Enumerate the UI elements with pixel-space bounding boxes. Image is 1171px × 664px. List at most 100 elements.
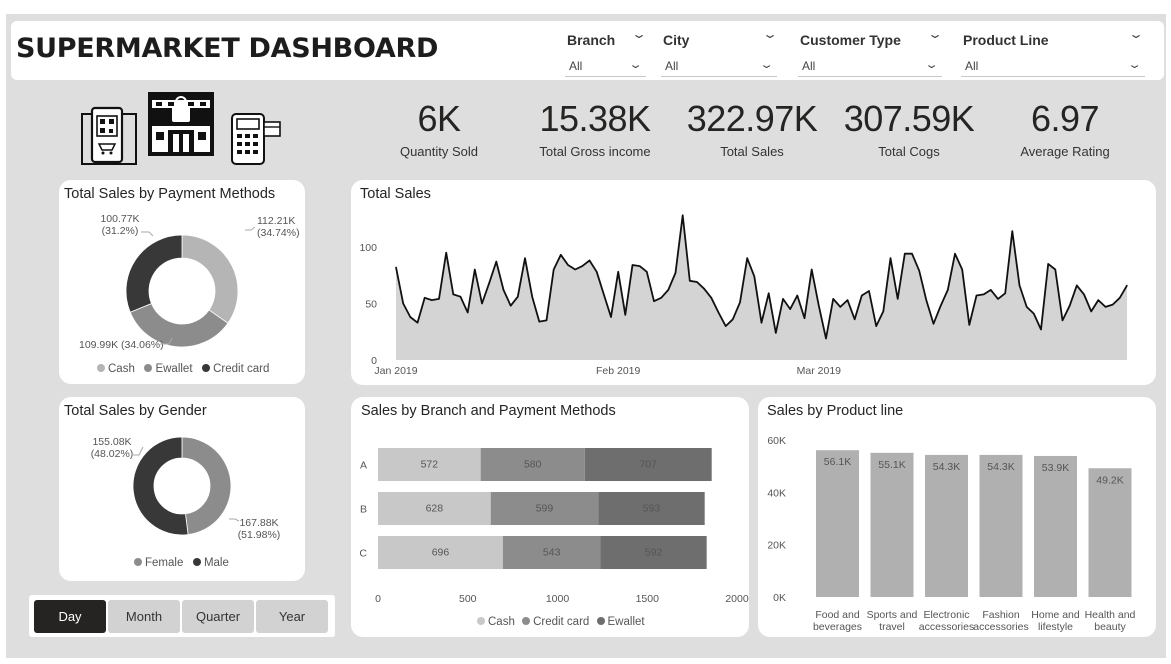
data-point: [517, 296, 519, 298]
data-label: (34.74%): [257, 227, 300, 239]
data-point: [624, 314, 626, 316]
data-point: [739, 301, 741, 303]
store-icons: [81, 92, 281, 165]
data-label: 109.99K (34.06%): [79, 339, 164, 351]
kpi-total-sales: 322.97K Total Sales: [680, 98, 824, 159]
data-point: [431, 299, 433, 301]
data-point: [868, 290, 870, 292]
y-tick-label: 40K: [767, 487, 786, 499]
product-line-dropdown[interactable]: All ⌄: [961, 55, 1145, 77]
branch-payment-card: Sales by Branch and Payment Methods A 572…: [351, 397, 749, 637]
time-granularity-buttons: Day Month Quarter Year: [29, 595, 335, 637]
donut-slice: [132, 436, 189, 536]
chevron-down-icon: ⌄: [1127, 59, 1142, 71]
customer-type-dropdown[interactable]: All ⌄: [798, 55, 942, 77]
total-sales-card: Total Sales 0 50 100 Jan 2019 Feb 2019 Mar 20…: [351, 180, 1156, 385]
category-label: accessories: [919, 621, 974, 633]
data-point: [424, 297, 426, 299]
data-point: [474, 268, 476, 271]
total-sales-area-chart: 050100Jan 2019 Feb 2019 Mar 2019: [359, 214, 1128, 377]
data-point: [897, 298, 899, 300]
legend-label: Ewallet: [155, 363, 193, 375]
quarter-button[interactable]: Quarter: [182, 600, 254, 633]
category-label: C: [359, 548, 367, 560]
category-label: Food and: [815, 609, 860, 621]
gender-donut-chart: 155.08K(48.02%) 167.88K(51.98%): [91, 436, 281, 541]
data-point: [825, 337, 827, 340]
data-point: [1033, 313, 1035, 315]
y-tick-label: 20K: [767, 540, 786, 552]
legend-label: Cash: [488, 616, 515, 628]
data-point: [395, 266, 397, 268]
chevron-down-icon[interactable]: ⌄: [1128, 27, 1144, 41]
kpi-value: 6K: [417, 98, 461, 139]
chevron-down-icon[interactable]: ⌄: [631, 27, 647, 41]
data-label: 696: [432, 547, 450, 559]
data-point: [1104, 306, 1107, 308]
product-bar: [870, 452, 914, 597]
branch-dropdown[interactable]: All ⌄: [565, 55, 646, 77]
y-tick-label: 0K: [773, 592, 786, 604]
data-point: [596, 271, 598, 273]
data-point: [889, 257, 892, 259]
data-point: [538, 320, 540, 323]
legend-dot: [202, 364, 211, 372]
data-point: [481, 302, 483, 305]
x-tick-label: 0: [375, 593, 381, 605]
donut-slice: [125, 234, 183, 313]
data-point: [990, 289, 992, 291]
data-label: 543: [543, 547, 561, 559]
data-point: [1018, 284, 1021, 286]
data-point: [732, 318, 734, 320]
leader-line: [141, 231, 154, 237]
legend-dot: [134, 558, 142, 566]
gender-card: Total Sales by Gender 155.08K (48.02%) 167…: [59, 397, 305, 581]
data-point: [646, 271, 648, 273]
day-button[interactable]: Day: [34, 600, 106, 633]
data-point: [854, 318, 856, 320]
data-point: [911, 253, 913, 255]
city-dropdown[interactable]: All ⌄: [661, 55, 777, 77]
chevron-down-icon[interactable]: ⌄: [927, 27, 943, 41]
category-label: accessories: [973, 621, 1028, 633]
data-point: [789, 308, 791, 310]
branch-payment-bar-chart: A 572 580 707 B 628 599 593 C 696 543 592 0 500 1000 15…: [359, 448, 749, 605]
data-point: [610, 316, 612, 318]
data-label: 54.3K: [933, 461, 960, 473]
data-point: [459, 296, 462, 298]
data-label: 593: [643, 503, 661, 515]
data-point: [782, 298, 784, 300]
data-point: [932, 323, 935, 325]
data-point: [488, 282, 490, 284]
data-point: [997, 298, 999, 300]
category-label: beverages: [813, 621, 862, 633]
data-point: [968, 324, 970, 326]
data-label: 55.1K: [878, 459, 905, 471]
kpi-label: Quantity Sold: [399, 144, 479, 159]
x-tick-label: 1000: [546, 593, 570, 605]
legend-dot: [522, 617, 531, 625]
chevron-down-icon[interactable]: ⌄: [762, 27, 778, 41]
slicer-label: Product Line: [963, 32, 1049, 48]
dropdown-value: All: [569, 59, 583, 73]
legend-label: Credit card: [533, 616, 590, 628]
data-point: [667, 289, 669, 291]
month-button[interactable]: Month: [108, 600, 180, 633]
kpi-label: Total Gross income: [539, 144, 651, 159]
kpi-label: Average Rating: [1020, 144, 1110, 159]
data-point: [768, 292, 770, 294]
data-label: (48.02%): [91, 448, 134, 460]
data-label: 49.2K: [1096, 474, 1123, 486]
data-label: 592: [645, 547, 663, 559]
data-point: [502, 289, 505, 291]
data-point: [710, 297, 712, 299]
data-point: [674, 272, 677, 274]
leader-line: [229, 518, 240, 522]
data-point: [839, 306, 841, 308]
payment-donut-chart: 112.21K(34.74%) 109.99K (34.06%) 100.77K(3…: [79, 213, 300, 351]
year-button[interactable]: Year: [256, 600, 328, 633]
donut-slice: [181, 234, 239, 324]
data-point: [603, 293, 605, 296]
legend-label: Credit card: [213, 363, 270, 375]
phone-qr-icon: [81, 106, 137, 165]
